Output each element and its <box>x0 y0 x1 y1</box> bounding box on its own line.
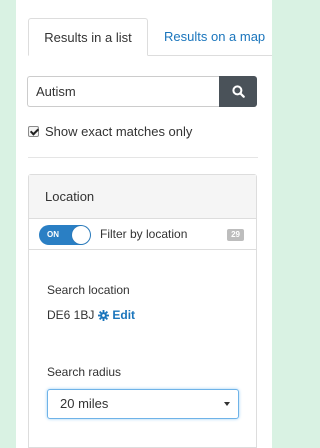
filter-by-location-row: ON Filter by location 29 <box>29 219 256 250</box>
section-divider <box>28 157 258 158</box>
location-filter-toggle[interactable]: ON <box>39 225 91 245</box>
search-panel: Results in a list Results on a map Show … <box>16 0 272 448</box>
search-location-label: Search location <box>47 283 130 297</box>
search-bar <box>27 76 257 107</box>
result-count-badge: 29 <box>227 229 244 241</box>
search-button[interactable] <box>219 76 257 107</box>
tab-results-map[interactable]: Results on a map <box>152 18 277 56</box>
search-input[interactable] <box>27 76 219 107</box>
filter-by-location-label: Filter by location <box>100 227 188 241</box>
exact-matches-checkbox[interactable] <box>28 126 39 137</box>
exact-matches-option[interactable]: Show exact matches only <box>28 124 192 139</box>
location-filter-box: Location ON Filter by location 29 Search… <box>28 174 257 448</box>
toggle-knob <box>72 226 90 244</box>
gear-icon <box>98 309 110 321</box>
edit-location-link[interactable]: Edit <box>98 308 135 322</box>
search-radius-label: Search radius <box>47 365 122 379</box>
exact-matches-label: Show exact matches only <box>45 124 193 139</box>
tab-results-list[interactable]: Results in a list <box>28 18 148 56</box>
search-location-value: DE6 1BJ Edit <box>47 308 135 322</box>
search-icon <box>231 85 245 98</box>
search-radius-select[interactable]: 20 miles <box>47 389 239 419</box>
location-header: Location <box>29 175 256 219</box>
edit-label: Edit <box>112 308 136 322</box>
toggle-state-label: ON <box>47 230 59 239</box>
results-tabs: Results in a list Results on a map <box>28 18 272 56</box>
search-radius-value: 20 miles <box>60 396 109 411</box>
postcode-text: DE6 1BJ <box>47 308 95 322</box>
chevron-down-icon <box>224 402 230 406</box>
